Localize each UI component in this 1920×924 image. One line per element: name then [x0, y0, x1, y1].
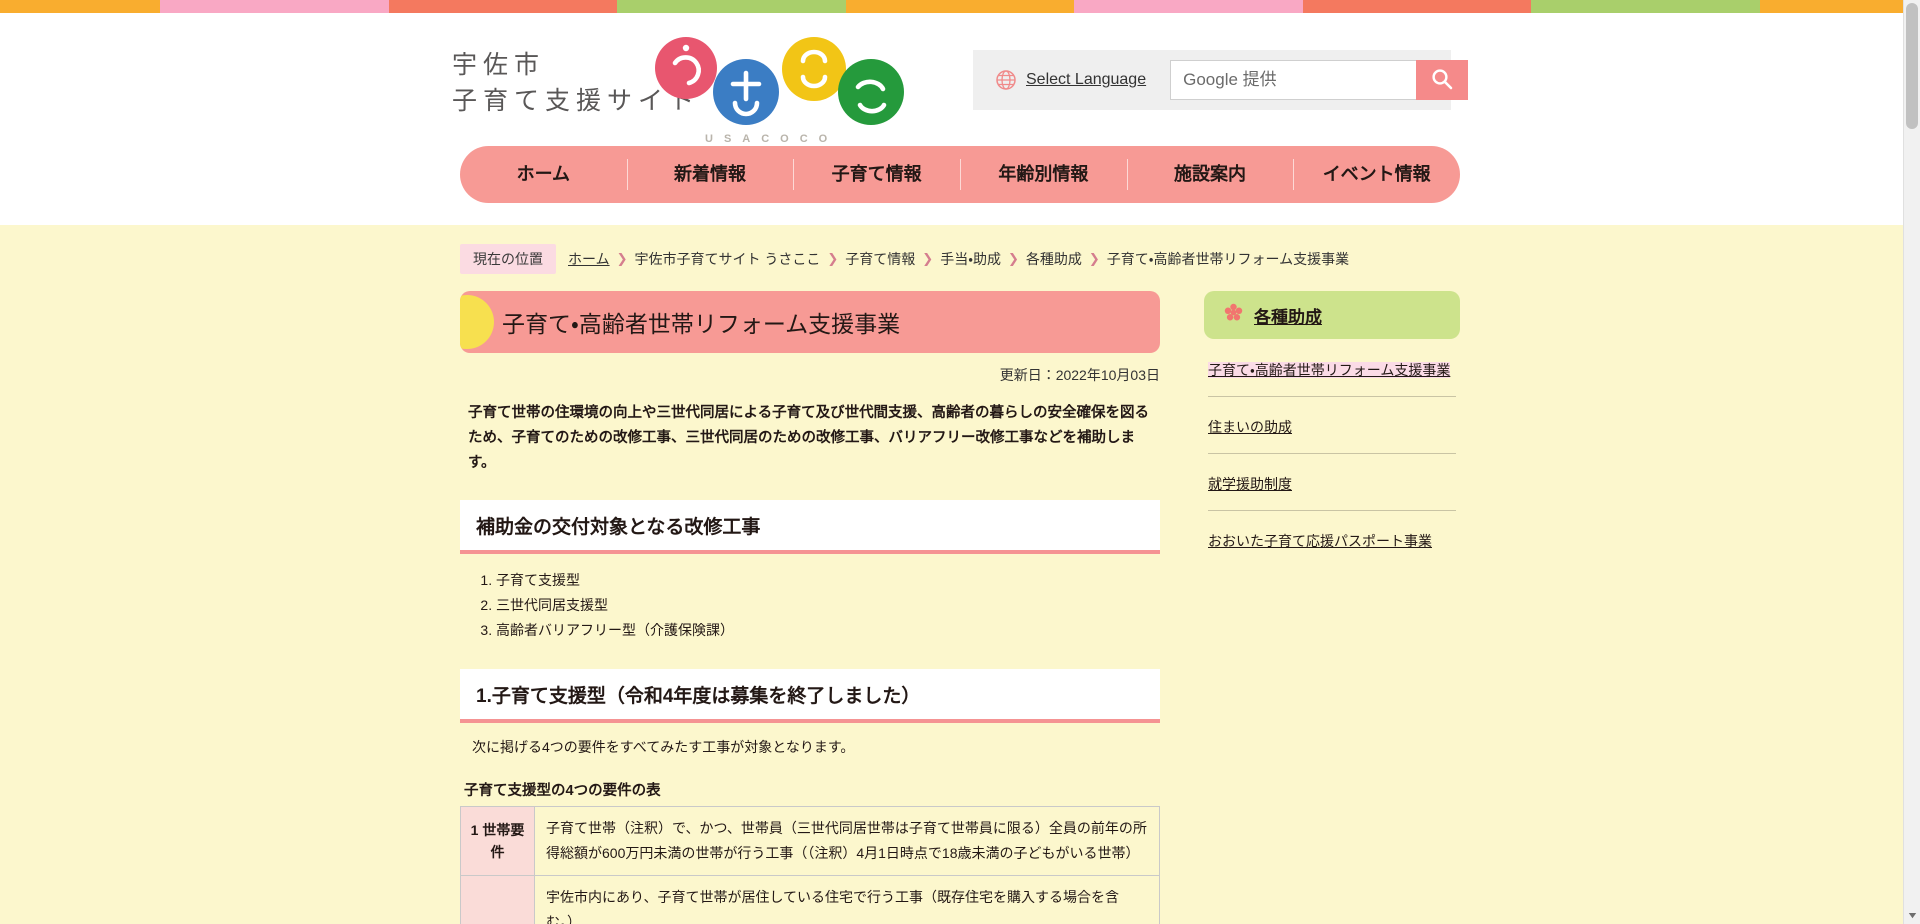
sidebar-link-0[interactable]: 子育て・高齢者世帯リフォーム支援事業 [1208, 353, 1456, 397]
breadcrumb-list: ホーム ❯ 宇佐市子育てサイト うさここ ❯ 子育て情報 ❯ 手当・助成 ❯ 各種助成 ❯ 子育て・… [568, 249, 1349, 269]
page-scrollbar[interactable] [1903, 0, 1920, 924]
breadcrumb-item-1: 宇佐市子育てサイト うさここ [634, 251, 821, 267]
page-title-banner: 子育て・高齢者世帯リフォーム支援事業 [460, 291, 1160, 353]
sidebar-link-label: おおいた子育て応援パスポート事業 [1208, 533, 1432, 549]
breadcrumb-separator-icon: ❯ [922, 251, 934, 266]
nav-item-5[interactable]: イベント情報 [1293, 146, 1460, 203]
breadcrumb-item-0[interactable]: ホーム [568, 249, 610, 269]
sidebar-link-label: 子育て・高齢者世帯リフォーム支援事業 [1208, 362, 1451, 378]
nav-item-0[interactable]: ホーム [460, 146, 627, 203]
search-icon [1430, 67, 1454, 94]
stripe-segment [388, 0, 618, 13]
logo-caption: USACOCO [705, 133, 839, 145]
stripe-segment [1531, 0, 1761, 13]
logo-circle-yellow-icon [782, 37, 846, 101]
logo-circles [655, 29, 925, 125]
main-navigation-wrap: ホーム 新着情報 子育て情報 年齢別情報 施設案内 イベント情報 [0, 146, 1920, 225]
table-cell-body: 宇佐市内にあり、子育て世帯が居住している住宅で行う工事（既存住宅を購入する場合を… [534, 875, 1160, 924]
last-updated-date: 更新日：2022年10月03日 [999, 367, 1160, 383]
table-cell-body: 子育て世帯（注釈）で、かつ、世帯員（三世代同居世帯は子育て世帯員に限る）全員の前… [534, 806, 1160, 876]
table-row-header [460, 875, 535, 924]
stripe-segment [845, 0, 1075, 13]
usacoco-logo[interactable]: USACOCO [655, 29, 925, 147]
breadcrumb-separator-icon: ❯ [616, 251, 628, 266]
logo-circle-pink-icon [655, 37, 717, 99]
stripe-segment [1302, 0, 1532, 13]
search-button[interactable] [1416, 60, 1469, 100]
sidebar-link-3[interactable]: おおいた子育て応援パスポート事業 [1208, 524, 1456, 567]
breadcrumb-separator-icon: ❯ [827, 251, 839, 266]
nav-item-1[interactable]: 新着情報 [626, 146, 794, 203]
main-column: 子育て・高齢者世帯リフォーム支援事業 更新日：2022年10月03日 子育て世帯… [460, 291, 1160, 924]
page-root: 宇佐市 子育て支援サイト USACOCO Select Language Goo… [0, 0, 1920, 924]
list-item: 三世代同居支援型 [496, 593, 1160, 618]
list-item: 子育て支援型 [496, 568, 1160, 593]
nav-item-2[interactable]: 子育て情報 [793, 146, 960, 203]
page-title: 子育て・高齢者世帯リフォーム支援事業 [502, 311, 901, 337]
breadcrumb-separator-icon: ❯ [1088, 251, 1100, 266]
breadcrumb-item-4: 各種助成 [1025, 251, 1082, 267]
sidebar-link-1[interactable]: 住まいの助成 [1208, 410, 1456, 454]
breadcrumb-item-2: 子育て情報 [845, 251, 916, 267]
search-input[interactable] [1170, 60, 1417, 100]
sidebar-link-2[interactable]: 就学援助制度 [1208, 467, 1456, 511]
scrollbar-thumb[interactable] [1906, 3, 1918, 129]
main-navigation: ホーム 新着情報 子育て情報 年齢別情報 施設案内 イベント情報 [460, 146, 1460, 203]
table-row: 1 世帯要件 子育て世帯（注釈）で、かつ、世帯員（三世代同居世帯は子育て世帯員に限… [460, 806, 1160, 876]
table-row: 宇佐市内にあり、子育て世帯が居住している住宅で行う工事（既存住宅を購入する場合を… [460, 875, 1160, 924]
subsidy-type-list: 子育て支援型三世代同居支援型高齢者バリアフリー型（介護保険課） [496, 568, 1160, 643]
select-language-button[interactable]: Select Language [987, 69, 1160, 91]
sidebar-heading[interactable]: 各種助成 [1204, 291, 1460, 339]
breadcrumb: 現在の位置 ホーム ❯ 宇佐市子育てサイト うさここ ❯ 子育て情報 ❯ 手当・助成 ❯ 各種助… [460, 244, 1460, 274]
stripe-segment [160, 0, 389, 13]
flower-icon [1224, 303, 1243, 327]
utility-bar: Select Language [973, 50, 1469, 110]
sidebar: 各種助成 子育て・高齢者世帯リフォーム支援事業 住まいの助成 就学援助制度おおいた子… [1204, 291, 1460, 580]
breadcrumb-badge: 現在の位置 [460, 244, 556, 274]
scroll-down-arrow[interactable] [1904, 907, 1920, 924]
site-search [1170, 60, 1469, 100]
nav-item-3[interactable]: 年齢別情報 [960, 146, 1127, 203]
stripe-segment [0, 0, 160, 13]
section-heading-childcare-support-type: 1.子育て支援型（令和4年度は募集を終了しました） [460, 669, 1160, 723]
requirements-table: 1 世帯要件 子育て世帯（注釈）で、かつ、世帯員（三世代同居世帯は子育て世帯員に限… [460, 806, 1160, 924]
content-area: 現在の位置 ホーム ❯ 宇佐市子育てサイト うさここ ❯ 子育て情報 ❯ 手当・助成 ❯ 各種助… [0, 225, 1920, 924]
globe-icon [995, 69, 1017, 91]
intro-paragraph: 子育て世帯の住環境の向上や三世代同居による子育て及び世代間支援、高齢者の暮らしの… [468, 405, 1150, 471]
table-row-header: 1 世帯要件 [460, 806, 535, 876]
nav-item-4[interactable]: 施設案内 [1126, 146, 1294, 203]
stripe-segment [1074, 0, 1303, 13]
requirements-note: 次に掲げる4つの要件をすべてみたす工事が対象となります。 [472, 739, 855, 755]
breadcrumb-separator-icon: ❯ [1007, 251, 1019, 266]
list-item: 高齢者バリアフリー型（介護保険課） [496, 618, 1160, 643]
site-header: 宇佐市 子育て支援サイト USACOCO Select Language Goo… [0, 13, 1920, 146]
sidebar-links: 子育て・高齢者世帯リフォーム支援事業 住まいの助成 就学援助制度おおいた子育て応援パ… [1204, 353, 1460, 567]
stripe-segment [617, 0, 846, 13]
logo-circle-blue-icon [713, 59, 779, 125]
requirements-table-caption: 子育て支援型の4つの要件の表 [464, 783, 661, 799]
logo-circle-green-icon [838, 59, 904, 125]
section-heading-subsidy-targets: 補助金の交付対象となる改修工事 [460, 500, 1160, 554]
sidebar-heading-label: 各種助成 [1254, 307, 1322, 327]
select-language-label: Select Language [1026, 71, 1147, 88]
sidebar-link-label: 就学援助制度 [1208, 476, 1292, 492]
breadcrumb-item-3: 手当・助成 [940, 251, 1001, 267]
sidebar-link-label: 住まいの助成 [1208, 419, 1292, 435]
breadcrumb-item-5: 子育て・高齢者世帯リフォーム支援事業 [1106, 251, 1350, 267]
decorative-top-stripe [0, 0, 1920, 13]
stripe-segment [1760, 0, 1920, 13]
